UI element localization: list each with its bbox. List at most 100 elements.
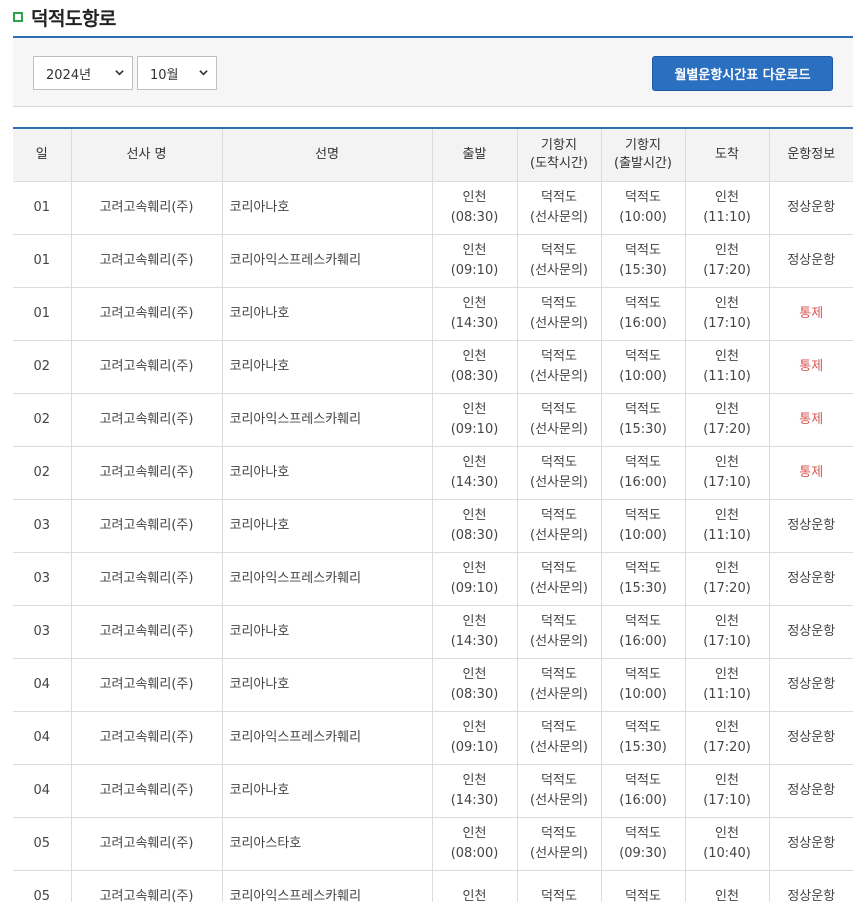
port-departure-place: 덕적도 xyxy=(625,772,661,788)
arrival-place: 인천 xyxy=(715,560,739,576)
header-arrival: 도착 xyxy=(685,128,770,182)
port-departure-time: (16:00) xyxy=(619,474,667,490)
cell-company: 고려고속훼리(주) xyxy=(71,870,223,902)
cell-departure: 인천 (09:10) xyxy=(432,552,518,606)
arrival-time: (17:20) xyxy=(703,580,751,596)
cell-status: 정상운항 xyxy=(769,552,853,606)
schedule-body: 01 고려고속훼리(주) 코리아나호 인천 (08:30) 덕적도 (선사문의) 덕적도 (10… xyxy=(13,181,853,902)
cell-port-departure: 덕적도 (15:30) xyxy=(601,234,686,288)
cell-company: 고려고속훼리(주) xyxy=(71,234,223,288)
cell-port-arrival: 덕적도 (선사문의) xyxy=(517,499,602,553)
month-select[interactable]: 10월 xyxy=(137,56,217,90)
cell-company: 고려고속훼리(주) xyxy=(71,393,223,447)
filter-bar: 2024년 10월 월별운항시간표 다운로드 xyxy=(13,36,853,107)
port-departure-place: 덕적도 xyxy=(625,454,661,470)
port-arrival-place: 덕적도 xyxy=(541,401,577,417)
arrival-time: (11:10) xyxy=(703,368,751,384)
port-departure-time: (10:00) xyxy=(619,686,667,702)
cell-ship: 코리아나호 xyxy=(222,764,433,818)
cell-departure: 인천 (08:30) xyxy=(432,658,518,712)
cell-port-departure: 덕적도 (15:30) xyxy=(601,552,686,606)
port-departure-time: (10:00) xyxy=(619,368,667,384)
cell-port-arrival: 덕적도 (선사문의) xyxy=(517,817,602,871)
departure-place: 인천 xyxy=(462,560,487,576)
port-departure-time: (15:30) xyxy=(619,421,667,437)
cell-status: 정상운항 xyxy=(769,181,853,235)
departure-place: 인천 xyxy=(462,454,487,470)
cell-status: 정상운항 xyxy=(769,711,853,765)
arrival-place: 인천 xyxy=(715,666,739,682)
arrival-place: 인천 xyxy=(715,772,739,788)
cell-ship: 코리아나호 xyxy=(222,340,433,394)
schedule-table: 일 선사 명 선명 출발 기항지 (도착시간) 기항지 (출발시간) 도착 운항… xyxy=(13,127,853,902)
cell-company: 고려고속훼리(주) xyxy=(71,499,223,553)
cell-port-arrival: 덕적도 xyxy=(517,870,602,902)
table-row: 03 고려고속훼리(주) 코리아익스프레스카훼리 인천 (09:10) 덕적도 (선사문의)… xyxy=(13,552,853,606)
cell-arrival: 인천 (17:10) xyxy=(685,764,770,818)
chevron-down-icon xyxy=(199,70,208,76)
port-arrival-time: (선사문의) xyxy=(530,474,588,490)
cell-ship: 코리아나호 xyxy=(222,446,433,500)
table-row: 04 고려고속훼리(주) 코리아나호 인천 (08:30) 덕적도 (선사문의) 덕적도 (10… xyxy=(13,658,853,712)
monthly-timetable-download-button[interactable]: 월별운항시간표 다운로드 xyxy=(652,56,833,91)
port-departure-place: 덕적도 xyxy=(625,666,661,682)
port-arrival-time: (선사문의) xyxy=(530,209,588,225)
cell-port-departure: 덕적도 (16:00) xyxy=(601,446,686,500)
port-departure-time: (16:00) xyxy=(619,633,667,649)
cell-port-arrival: 덕적도 (선사문의) xyxy=(517,764,602,818)
port-arrival-place: 덕적도 xyxy=(541,348,577,364)
cell-day: 02 xyxy=(13,393,72,447)
port-departure-time: (10:00) xyxy=(619,209,667,225)
arrival-time: (17:10) xyxy=(703,474,751,490)
cell-arrival: 인천 (11:10) xyxy=(685,181,770,235)
cell-status: 통제 xyxy=(769,340,853,394)
departure-time: (14:30) xyxy=(450,474,499,490)
cell-ship: 코리아익스프레스카훼리 xyxy=(222,870,433,902)
year-select[interactable]: 2024년 xyxy=(33,56,133,90)
port-departure-time: (15:30) xyxy=(619,262,667,278)
cell-status: 정상운항 xyxy=(769,817,853,871)
departure-place: 인천 xyxy=(462,189,487,205)
departure-place: 인천 xyxy=(462,613,487,629)
port-departure-time: (15:30) xyxy=(619,739,667,755)
cell-departure: 인천 xyxy=(432,870,518,902)
arrival-place: 인천 xyxy=(715,888,739,902)
arrival-time: (11:10) xyxy=(703,209,751,225)
departure-time: (08:30) xyxy=(450,368,499,384)
port-departure-time: (16:00) xyxy=(619,792,667,808)
port-arrival-place: 덕적도 xyxy=(541,454,577,470)
cell-ship: 코리아나호 xyxy=(222,181,433,235)
cell-company: 고려고속훼리(주) xyxy=(71,446,223,500)
cell-day: 02 xyxy=(13,446,72,500)
arrival-place: 인천 xyxy=(715,401,739,417)
cell-ship: 코리아익스프레스카훼리 xyxy=(222,393,433,447)
port-departure-place: 덕적도 xyxy=(625,888,661,902)
arrival-time: (11:10) xyxy=(703,686,751,702)
departure-time: (08:00) xyxy=(450,845,499,861)
cell-ship: 코리아나호 xyxy=(222,605,433,659)
port-departure-time: (16:00) xyxy=(619,315,667,331)
port-departure-place: 덕적도 xyxy=(625,401,661,417)
cell-company: 고려고속훼리(주) xyxy=(71,181,223,235)
port-arrival-time: (선사문의) xyxy=(530,527,588,543)
departure-time: (09:10) xyxy=(450,421,499,437)
cell-arrival: 인천 xyxy=(685,870,770,902)
cell-departure: 인천 (08:30) xyxy=(432,340,518,394)
cell-departure: 인천 (08:30) xyxy=(432,181,518,235)
cell-port-arrival: 덕적도 (선사문의) xyxy=(517,393,602,447)
departure-place: 인천 xyxy=(462,348,487,364)
port-arrival-place: 덕적도 xyxy=(541,507,577,523)
port-arrival-place: 덕적도 xyxy=(541,825,577,841)
cell-port-arrival: 덕적도 (선사문의) xyxy=(517,605,602,659)
cell-company: 고려고속훼리(주) xyxy=(71,817,223,871)
cell-company: 고려고속훼리(주) xyxy=(71,711,223,765)
cell-departure: 인천 (08:30) xyxy=(432,499,518,553)
departure-place: 인천 xyxy=(462,772,487,788)
table-row: 05 고려고속훼리(주) 코리아스타호 인천 (08:00) 덕적도 (선사문의) 덕적도 (0… xyxy=(13,817,853,871)
cell-port-arrival: 덕적도 (선사문의) xyxy=(517,340,602,394)
port-arrival-place: 덕적도 xyxy=(541,666,577,682)
cell-port-departure: 덕적도 (15:30) xyxy=(601,393,686,447)
port-arrival-place: 덕적도 xyxy=(541,189,577,205)
header-ship: 선명 xyxy=(222,128,433,182)
cell-day: 03 xyxy=(13,552,72,606)
